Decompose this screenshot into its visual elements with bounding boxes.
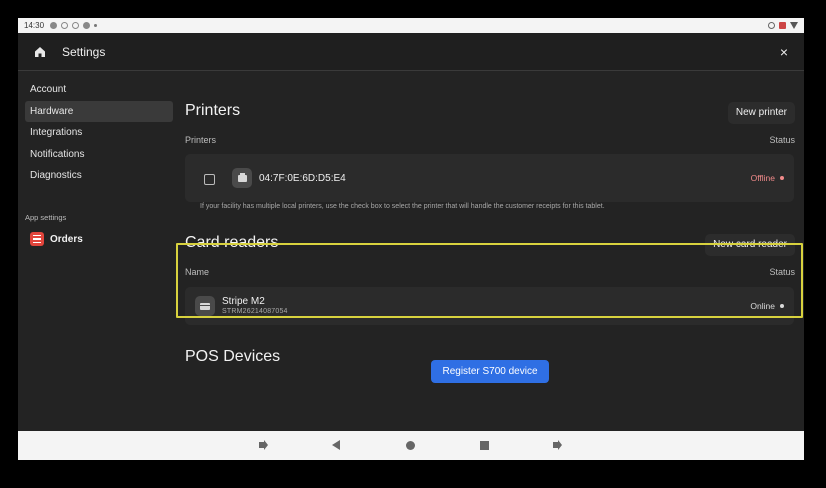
- sidebar-item-notifications[interactable]: Notifications: [25, 144, 173, 165]
- printer-status: Offline: [751, 173, 784, 183]
- alarm-icon: [768, 22, 775, 29]
- printer-row[interactable]: 04:7F:0E:6D:D5:E4 Offline: [185, 154, 794, 202]
- printer-select-checkbox[interactable]: [204, 174, 215, 185]
- printers-status-header: Status: [769, 135, 795, 145]
- new-printer-button[interactable]: New printer: [727, 102, 795, 124]
- sidebar-item-diagnostics[interactable]: Diagnostics: [25, 165, 173, 186]
- wifi-icon: [790, 22, 798, 29]
- home-button[interactable]: [28, 40, 52, 64]
- home-nav-icon[interactable]: [406, 441, 415, 450]
- system-nav-bar: [18, 431, 804, 460]
- settings-status-icon: [50, 22, 58, 29]
- status-dot-icon: [780, 176, 784, 180]
- notification-status-icon: [61, 22, 69, 29]
- sync-status-icon: [83, 22, 91, 29]
- settings-sidebar: Account Hardware Integrations Notificati…: [18, 72, 178, 432]
- printers-hint: If your facility has multiple local prin…: [200, 203, 605, 210]
- status-right-icons: [768, 22, 798, 29]
- volume-up-icon[interactable]: [553, 440, 562, 450]
- home-icon: [35, 46, 45, 57]
- printers-column-header: Printers: [185, 135, 217, 145]
- sidebar-item-account[interactable]: Account: [25, 79, 173, 100]
- page-title: Settings: [62, 44, 106, 59]
- sidebar-item-integrations[interactable]: Integrations: [25, 122, 173, 143]
- orders-icon: [30, 232, 44, 246]
- close-button[interactable]: ×: [772, 40, 796, 64]
- close-icon: ×: [779, 44, 789, 60]
- card-reader-highlight: [176, 243, 803, 318]
- sidebar-item-orders-label: Orders: [50, 233, 83, 245]
- recents-icon[interactable]: [480, 441, 489, 450]
- printer-name: 04:7F:0E:6D:D5:E4: [259, 173, 346, 184]
- printers-title: Printers: [185, 102, 241, 119]
- register-s700-button[interactable]: Register S700 device: [431, 360, 549, 383]
- printer-status-label: Offline: [750, 173, 775, 183]
- sidebar-item-hardware[interactable]: Hardware: [25, 101, 173, 122]
- status-time: 14:30: [24, 21, 45, 30]
- back-icon[interactable]: [332, 440, 340, 450]
- nfc-icon: [779, 22, 786, 29]
- printer-icon: [232, 168, 252, 188]
- app-header: Settings ×: [18, 33, 804, 71]
- volume-down-icon[interactable]: [259, 440, 268, 450]
- sidebar-section-app-settings: App settings: [25, 213, 67, 222]
- more-dot-icon: [94, 24, 98, 27]
- status-bar: 14:30: [18, 18, 804, 33]
- tablet-screen: 14:30 Settings × Account Hardware Integr…: [18, 18, 804, 460]
- pos-devices-title: POS Devices: [185, 348, 281, 365]
- app-status-icon: [72, 22, 80, 29]
- sidebar-item-orders[interactable]: Orders: [30, 232, 83, 246]
